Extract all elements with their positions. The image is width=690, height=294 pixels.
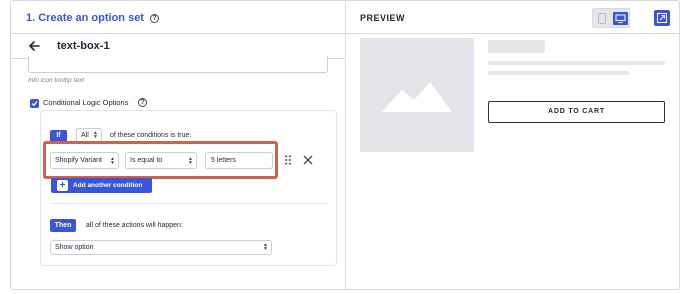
page-title-text: 1. Create an option set — [26, 12, 144, 24]
add-condition-button[interactable]: + Add another condition — [51, 178, 152, 193]
external-link-icon — [657, 13, 667, 23]
conditions-text: of these conditions is true: — [110, 132, 192, 139]
tooltip-text-input[interactable] — [28, 56, 328, 73]
text-skeleton — [488, 71, 630, 75]
page-title: 1. Create an option set ? — [26, 12, 160, 24]
conditional-logic-checkbox[interactable] — [30, 99, 39, 108]
preview-header: PREVIEW — [346, 1, 679, 34]
preview-body: ADD TO CART — [346, 34, 679, 289]
app-frame: 1. Create an option set ? text-box-1 Inf… — [10, 0, 680, 290]
text-skeleton — [488, 61, 665, 65]
conditional-logic-box: If All ▲ ▼ of these conditions is true: S… — [40, 110, 337, 266]
desktop-device-icon[interactable] — [613, 12, 628, 25]
close-icon[interactable] — [303, 155, 313, 165]
device-toggle — [592, 8, 630, 28]
preview-pane: PREVIEW ADD TO CART — [346, 1, 679, 289]
help-icon[interactable]: ? — [150, 13, 160, 23]
open-preview-button[interactable] — [654, 10, 670, 26]
title-skeleton — [488, 40, 545, 53]
condition-field-select[interactable]: Shopify Variant ▲ ▼ — [50, 152, 119, 169]
condition-value-input[interactable]: 5 letters — [205, 152, 273, 169]
image-icon — [382, 82, 452, 112]
conditional-logic-label: Conditional Logic Options — [43, 98, 129, 107]
help-icon[interactable]: ? — [138, 98, 147, 107]
preview-label: PREVIEW — [360, 13, 406, 23]
add-condition-label: Add another condition — [73, 182, 143, 189]
mobile-device-icon[interactable] — [598, 13, 606, 24]
condition-operator-select[interactable]: Is equal to ▲ ▼ — [125, 152, 197, 169]
plus-icon: + — [57, 180, 68, 191]
select-caret-icon: ▲ ▼ — [110, 156, 115, 166]
editor-header: 1. Create an option set ? — [11, 1, 345, 34]
drag-handle-icon[interactable] — [285, 155, 291, 165]
match-type-value: All — [81, 132, 89, 139]
product-image-placeholder — [360, 38, 474, 152]
divider — [50, 203, 328, 204]
actions-text: all of these actions will happen: — [86, 222, 183, 229]
checkmark-icon — [31, 101, 38, 107]
option-name: text-box-1 — [57, 40, 110, 52]
editor-scroll-area[interactable]: Info icon tooltip text Conditional Logic… — [11, 56, 345, 289]
select-caret-icon: ▲ ▼ — [93, 130, 98, 140]
tooltip-help-text: Info icon tooltip text — [28, 77, 85, 84]
action-select-value: Show option — [55, 244, 94, 251]
then-badge: Then — [50, 219, 76, 232]
action-select[interactable]: Show option ▲ ▼ — [50, 240, 272, 255]
add-to-cart-button[interactable]: ADD TO CART — [488, 101, 665, 123]
editor-pane: 1. Create an option set ? text-box-1 Inf… — [11, 1, 345, 289]
select-caret-icon: ▲ ▼ — [188, 156, 193, 166]
condition-field-value: Shopify Variant — [55, 157, 102, 164]
back-arrow-icon[interactable] — [27, 39, 41, 53]
condition-operator-value: Is equal to — [130, 157, 163, 164]
select-caret-icon: ▲ ▼ — [263, 242, 268, 252]
